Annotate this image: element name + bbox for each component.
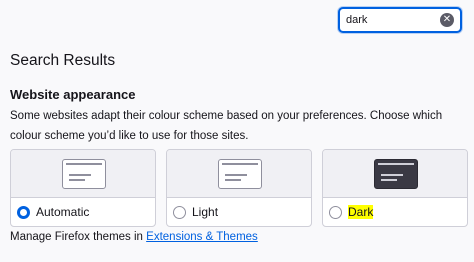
radio-icon-checked[interactable] bbox=[17, 205, 30, 219]
appearance-card-automatic[interactable]: Automatic bbox=[10, 149, 156, 227]
search-input[interactable] bbox=[346, 12, 438, 28]
option-label-dark: Dark bbox=[348, 205, 374, 219]
radio-icon[interactable] bbox=[173, 205, 186, 219]
option-label-light: Light bbox=[192, 205, 219, 219]
section-heading: Website appearance bbox=[10, 87, 136, 102]
appearance-card-dark[interactable]: Dark bbox=[322, 149, 468, 227]
extensions-themes-link[interactable]: Extensions & Themes bbox=[146, 231, 258, 243]
light-option[interactable]: Light bbox=[173, 203, 218, 221]
footer-text: Manage Firefox themes in bbox=[10, 231, 147, 243]
dark-option[interactable]: Dark bbox=[329, 203, 374, 221]
appearance-card-light[interactable]: Light bbox=[166, 149, 312, 227]
themes-footer: Manage Firefox themes in Extensions & Th… bbox=[10, 231, 258, 243]
automatic-option[interactable]: Automatic bbox=[17, 203, 89, 221]
clear-icon[interactable]: ✕ bbox=[440, 13, 454, 27]
section-description: Some websites adapt their colour scheme … bbox=[10, 110, 443, 142]
page-title: Search Results bbox=[10, 52, 116, 69]
dark-preview-image bbox=[374, 159, 418, 189]
option-label-automatic: Automatic bbox=[36, 205, 90, 219]
preview-area bbox=[167, 150, 311, 198]
light-preview-image bbox=[218, 159, 262, 189]
automatic-preview-image bbox=[62, 159, 106, 189]
preview-area bbox=[323, 150, 467, 198]
search-field[interactable]: ✕ bbox=[338, 7, 462, 33]
preview-area bbox=[11, 150, 155, 198]
radio-icon[interactable] bbox=[329, 205, 342, 219]
